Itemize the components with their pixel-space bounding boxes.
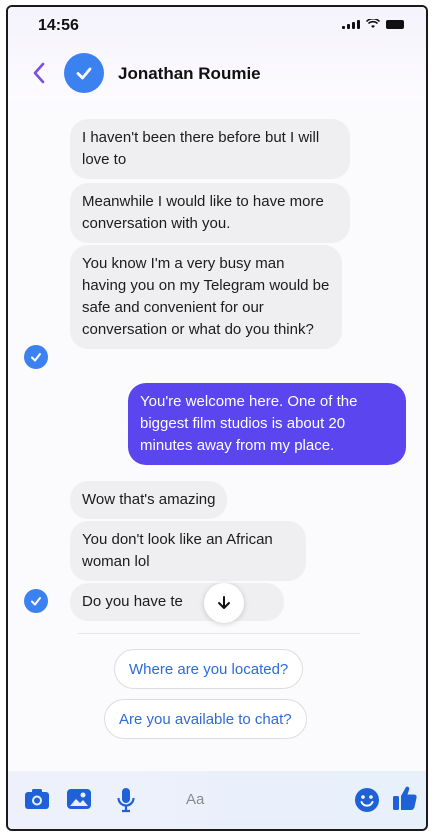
message-incoming[interactable]: You don't look like an African woman lol xyxy=(70,521,306,581)
scroll-down-button[interactable] xyxy=(204,583,244,623)
message-incoming[interactable]: Do you have tem? xyxy=(70,583,284,621)
message-text-start: Do you have te xyxy=(82,593,183,610)
wifi-icon xyxy=(366,19,380,28)
message-text: You know I'm a very busy man having you … xyxy=(82,255,330,338)
message-outgoing[interactable]: You're welcome here. One of the biggest … xyxy=(128,383,406,465)
top-bar: 14:56 Jonathan Roumie xyxy=(8,7,426,99)
emoji-icon[interactable] xyxy=(354,787,380,813)
quick-reply-label: Where are you located? xyxy=(129,660,289,678)
contact-name[interactable]: Jonathan Roumie xyxy=(118,64,261,84)
composer-bar: Aa xyxy=(8,771,426,829)
back-arrow-icon[interactable] xyxy=(30,59,50,87)
contact-avatar[interactable] xyxy=(64,53,104,93)
message-text: Meanwhile I would like to have more conv… xyxy=(82,193,324,232)
quick-reply-location[interactable]: Where are you located? xyxy=(114,649,304,689)
scroll-down-arrow-icon xyxy=(218,596,230,609)
verified-avatar-icon xyxy=(76,67,92,80)
quick-reply-available[interactable]: Are you available to chat? xyxy=(104,699,307,739)
status-icons xyxy=(342,19,404,29)
message-text: You don't look like an African woman lol xyxy=(82,531,273,570)
message-incoming[interactable]: I haven't been there before but I will l… xyxy=(70,119,350,179)
seen-check-icon xyxy=(24,345,48,369)
message-text: You're welcome here. One of the biggest … xyxy=(140,393,358,454)
phone-frame: 14:56 Jonathan Roumie I haven't been the… xyxy=(6,5,428,831)
camera-icon[interactable] xyxy=(24,787,50,811)
divider xyxy=(78,633,360,634)
message-incoming[interactable]: You know I'm a very busy man having you … xyxy=(70,245,342,349)
status-time: 14:56 xyxy=(38,17,79,34)
message-input[interactable]: Aa xyxy=(186,791,204,808)
battery-icon xyxy=(386,19,404,29)
thumbs-up-icon[interactable] xyxy=(392,784,418,812)
message-incoming[interactable]: Meanwhile I would like to have more conv… xyxy=(70,183,350,243)
message-text: I haven't been there before but I will l… xyxy=(82,129,320,168)
seen-check-icon xyxy=(24,589,48,613)
microphone-icon[interactable] xyxy=(116,787,136,813)
quick-reply-label: Are you available to chat? xyxy=(119,710,292,728)
message-text: Wow that's amazing xyxy=(82,491,216,508)
signal-icon xyxy=(342,19,360,29)
image-icon[interactable] xyxy=(66,787,92,811)
message-incoming[interactable]: Wow that's amazing xyxy=(70,481,228,519)
